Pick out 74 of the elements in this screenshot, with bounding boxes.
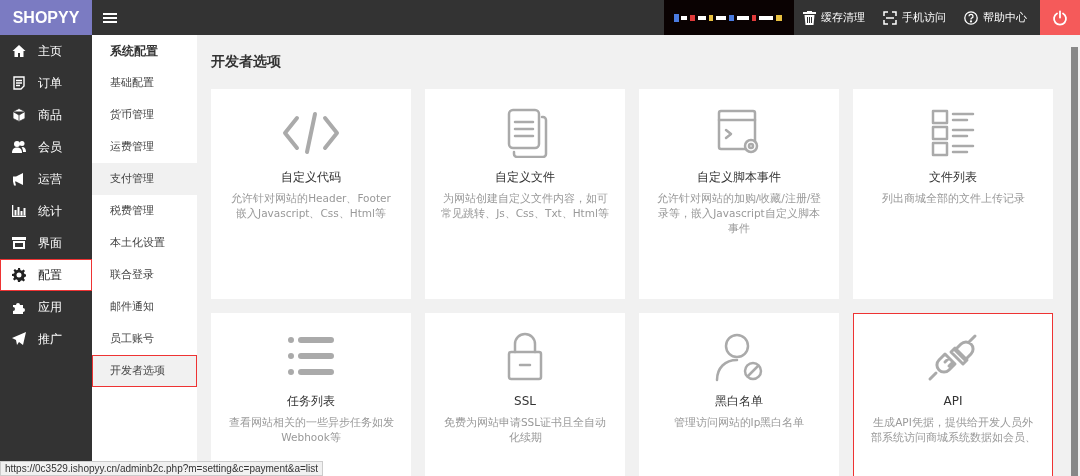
nav-item[interactable]: 订单 bbox=[0, 67, 92, 99]
submenu-item[interactable]: 邮件通知 bbox=[92, 291, 197, 323]
card-description: 允许针对网站的Header、Footer bbox=[231, 191, 391, 206]
nav-item[interactable]: 统计 bbox=[0, 195, 92, 227]
submenu-item[interactable]: 货币管理 bbox=[92, 99, 197, 131]
document-icon bbox=[12, 76, 26, 90]
card-description: 管理访问网站的Ip黑白名单 bbox=[673, 415, 805, 430]
card-description: 事件 bbox=[728, 221, 750, 236]
storefront-icon bbox=[12, 236, 26, 250]
nav-item[interactable]: 界面 bbox=[0, 227, 92, 259]
card-description: 常见跳转、Js、Css、Txt、Html等 bbox=[441, 206, 609, 221]
option-card[interactable]: API 生成API凭据，提供给开发人员外 部系统访问商城系统数据如会员、 bbox=[853, 313, 1053, 476]
scrollbar[interactable] bbox=[1071, 47, 1078, 476]
top-action-button[interactable]: 帮助中心 bbox=[955, 0, 1036, 35]
page-title: 开发者选项 bbox=[211, 52, 282, 71]
bar-chart-icon bbox=[12, 204, 26, 218]
card-title: 自定义文件 bbox=[495, 169, 555, 186]
submenu-item[interactable]: 联合登录 bbox=[92, 259, 197, 291]
gear-icon bbox=[12, 268, 26, 282]
submenu-item[interactable]: 基础配置 bbox=[92, 67, 197, 99]
card-title: 自定义脚本事件 bbox=[697, 169, 781, 186]
card-title: 黑白名单 bbox=[715, 393, 763, 410]
nav-item[interactable]: 商品 bbox=[0, 99, 92, 131]
users-icon bbox=[12, 140, 26, 154]
shop-logo: SHOPYY bbox=[0, 0, 92, 35]
submenu-item[interactable]: 员工账号 bbox=[92, 323, 197, 355]
top-action-button[interactable]: 缓存清理 bbox=[794, 0, 874, 35]
submenu-item[interactable]: 税费管理 bbox=[92, 195, 197, 227]
nav-item[interactable]: 主页 bbox=[0, 35, 92, 67]
scan-icon bbox=[883, 10, 897, 25]
submenu-item[interactable]: 运费管理 bbox=[92, 131, 197, 163]
status-url: https://0c3529.ishopyy.cn/adminb2c.php?m=setting&c=payment&a=list bbox=[0, 461, 324, 476]
megaphone-icon bbox=[12, 172, 26, 186]
card-description: 查看网站相关的一些异步任务如发 bbox=[228, 415, 394, 430]
card-title: 自定义代码 bbox=[281, 169, 341, 186]
menu-icon[interactable] bbox=[103, 11, 117, 24]
power-button[interactable] bbox=[1040, 0, 1080, 35]
card-title: SSL bbox=[514, 393, 536, 410]
help-icon bbox=[964, 10, 978, 25]
nav-item[interactable]: 会员 bbox=[0, 131, 92, 163]
submenu-item[interactable]: 开发者选项 bbox=[92, 355, 197, 387]
option-card[interactable]: 自定义代码 允许针对网站的Header、Footer 嵌入Javascript、Css、Html等 bbox=[211, 89, 411, 299]
cube-icon bbox=[12, 108, 26, 122]
card-description: 生成API凭据，提供给开发人员外 bbox=[873, 415, 1033, 430]
top-action-button[interactable]: 手机访问 bbox=[874, 0, 955, 35]
card-description: 为网站创建自定义文件内容，如可 bbox=[442, 191, 608, 206]
card-description: 免费为网站申请SSL证书且全自动 bbox=[443, 415, 607, 430]
trash-icon bbox=[803, 10, 816, 25]
card-description: 化续期 bbox=[508, 430, 542, 445]
nav-item[interactable]: 配置 bbox=[0, 259, 92, 291]
card-title: API bbox=[943, 393, 963, 410]
card-description: 嵌入Javascript、Css、Html等 bbox=[236, 206, 386, 221]
nav-item[interactable]: 运营 bbox=[0, 163, 92, 195]
option-card[interactable]: 文件列表 列出商城全部的文件上传记录 bbox=[853, 89, 1053, 299]
option-card[interactable]: 自定义脚本事件 允许针对网站的加购/收藏/注册/登 录等，嵌入Javascript自定义脚本 事件 bbox=[639, 89, 839, 299]
submenu-item[interactable]: 本土化设置 bbox=[92, 227, 197, 259]
option-card[interactable]: 黑白名单 管理访问网站的Ip黑白名单 bbox=[639, 313, 839, 476]
paper-plane-icon bbox=[12, 332, 26, 346]
home-icon bbox=[12, 44, 26, 58]
power-icon bbox=[1052, 9, 1068, 26]
card-description: 录等，嵌入Javascript自定义脚本 bbox=[658, 206, 820, 221]
option-card[interactable]: 自定义文件 为网站创建自定义文件内容，如可 常见跳转、Js、Css、Txt、Html等 bbox=[425, 89, 625, 299]
card-title: 文件列表 bbox=[929, 169, 977, 186]
card-title: 任务列表 bbox=[287, 393, 335, 410]
submenu-item[interactable]: 支付管理 bbox=[92, 163, 197, 195]
option-card[interactable]: SSL 免费为网站申请SSL证书且全自动 化续期 bbox=[425, 313, 625, 476]
submenu-title: 系统配置 bbox=[109, 43, 159, 60]
card-description: Webhook等 bbox=[281, 430, 341, 445]
nav-item[interactable]: 推广 bbox=[0, 323, 92, 355]
puzzle-icon bbox=[12, 300, 26, 314]
nav-item[interactable]: 应用 bbox=[0, 291, 92, 323]
card-description: 部系统访问商城系统数据如会员、 bbox=[870, 430, 1036, 445]
card-description: 允许针对网站的加购/收藏/注册/登 bbox=[656, 191, 822, 206]
card-description: 列出商城全部的文件上传记录 bbox=[881, 191, 1025, 206]
